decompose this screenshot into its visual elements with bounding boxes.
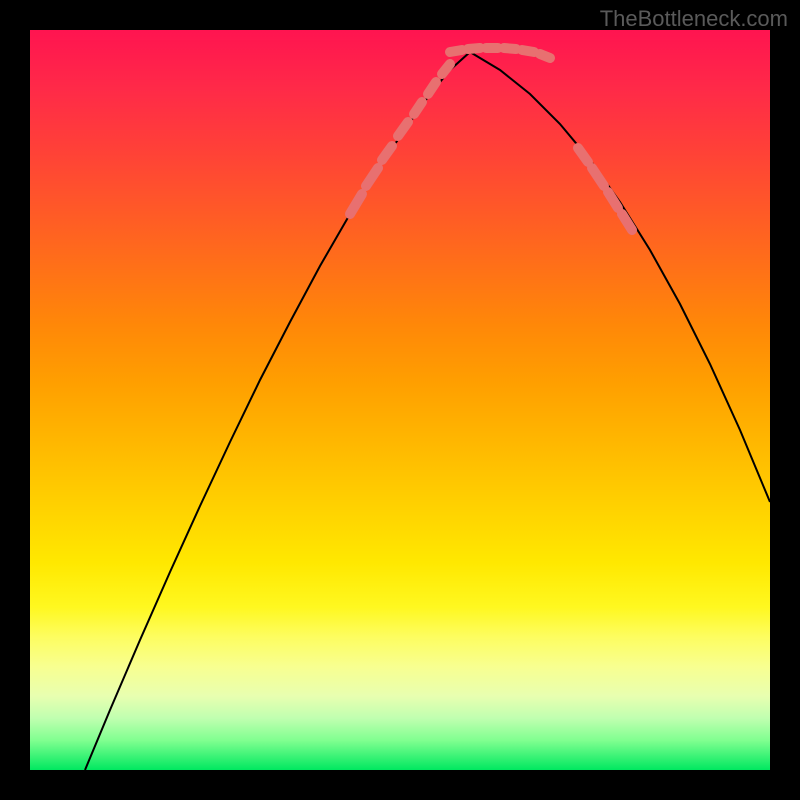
dash-segment xyxy=(608,192,618,208)
bottleneck-curve-right xyxy=(470,52,770,502)
dash-segment xyxy=(468,48,480,49)
dash-segment xyxy=(450,50,462,52)
dash-segment xyxy=(592,168,604,186)
dash-segment xyxy=(522,50,534,52)
dash-segment xyxy=(350,194,362,214)
dash-segment xyxy=(398,122,408,136)
chart-container xyxy=(30,30,770,770)
dash-segment xyxy=(622,214,632,230)
dash-segment xyxy=(442,64,450,74)
dash-segment xyxy=(428,82,436,94)
dash-segment xyxy=(578,148,588,162)
watermark-text: TheBottleneck.com xyxy=(600,6,788,32)
dash-segment xyxy=(504,48,516,49)
bottleneck-curve-left xyxy=(85,52,470,770)
dash-segment xyxy=(366,168,378,186)
dash-segment xyxy=(540,54,550,58)
highlight-dashes xyxy=(350,48,632,230)
dash-segment xyxy=(414,102,422,114)
chart-svg xyxy=(30,30,770,770)
dash-segment xyxy=(382,146,392,160)
